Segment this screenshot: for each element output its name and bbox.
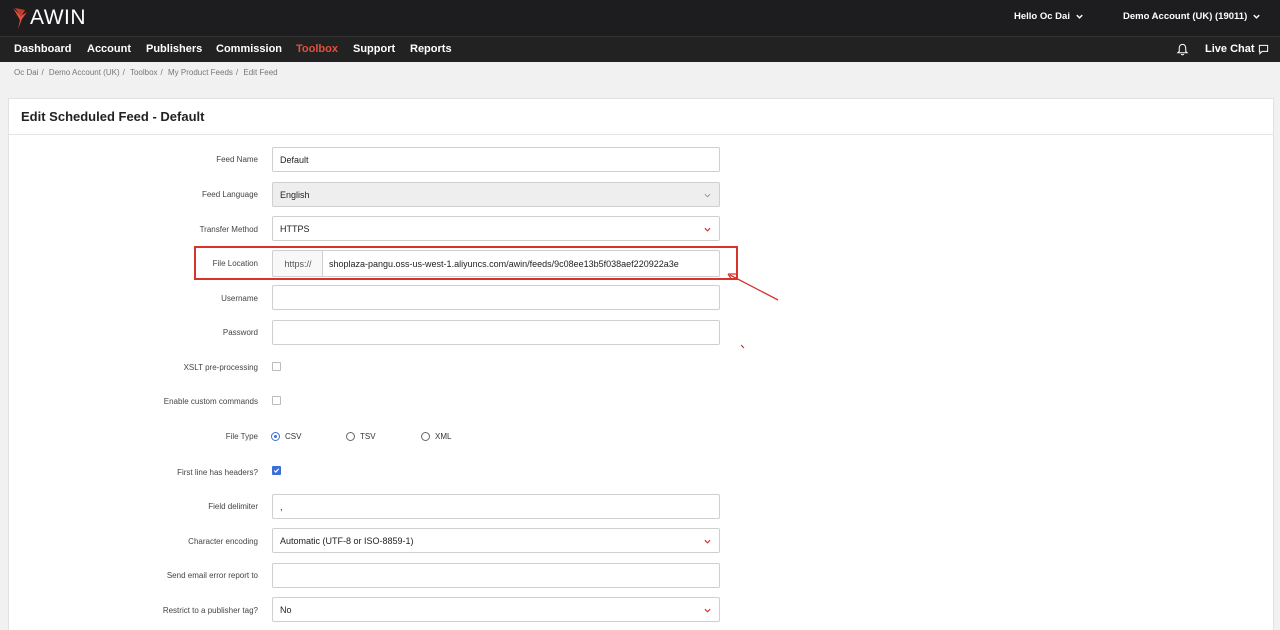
publisher-tag-select[interactable]: No — [272, 597, 720, 622]
nav-account[interactable]: Account — [87, 43, 131, 55]
field-delimiter-value: , — [280, 501, 283, 512]
breadcrumb: Oc Dai / Demo Account (UK) / Toolbox / My P… — [14, 68, 278, 77]
top-bar: AWIN Hello Oc Dai Demo Account (UK) (190… — [0, 0, 1280, 36]
chat-bubble-icon — [1258, 44, 1268, 55]
transfer-method-value: HTTPS — [280, 223, 310, 234]
character-encoding-label: Character encoding — [188, 537, 258, 546]
live-chat-label: Live Chat — [1205, 43, 1255, 55]
nav-commission[interactable]: Commission — [216, 43, 282, 55]
password-label: Password — [222, 328, 258, 337]
feed-name-value: Default — [280, 154, 309, 165]
breadcrumb-item[interactable]: Toolbox — [130, 68, 158, 77]
field-delimiter-label: Field delimiter — [208, 502, 258, 511]
transfer-method-select[interactable]: HTTPS — [272, 216, 720, 241]
nav-reports[interactable]: Reports — [410, 43, 452, 55]
field-delimiter-input[interactable]: , — [272, 494, 720, 519]
radio-csv[interactable] — [271, 432, 280, 441]
main-nav: Dashboard Account Publishers Commission … — [0, 36, 1280, 62]
chevron-down-icon — [704, 539, 711, 544]
user-menu[interactable]: Hello Oc Dai — [1014, 11, 1084, 22]
radio-tsv[interactable] — [346, 432, 355, 441]
transfer-method-label: Transfer Method — [199, 225, 258, 234]
feed-name-input[interactable]: Default — [272, 147, 720, 172]
chevron-down-icon — [704, 608, 711, 613]
file-type-tsv-radio[interactable]: TSV — [346, 432, 376, 441]
chevron-down-icon — [704, 227, 711, 232]
feed-language-value: English — [280, 189, 310, 200]
radio-xml[interactable] — [421, 432, 430, 441]
file-type-csv-radio[interactable]: CSV — [271, 432, 301, 441]
feed-name-label: Feed Name — [216, 155, 258, 164]
character-encoding-value: Automatic (UTF-8 or ISO-8859-1) — [280, 535, 414, 546]
file-type-label: File Type — [225, 432, 258, 441]
character-encoding-select[interactable]: Automatic (UTF-8 or ISO-8859-1) — [272, 528, 720, 553]
nav-toolbox[interactable]: Toolbox — [296, 43, 338, 55]
email-error-label: Send email error report to — [166, 571, 258, 580]
custom-commands-checkbox[interactable] — [272, 396, 281, 405]
email-error-input[interactable] — [272, 563, 720, 588]
annotation-arrow — [727, 273, 779, 349]
publisher-tag-value: No — [280, 604, 292, 615]
nav-dashboard[interactable]: Dashboard — [14, 43, 71, 55]
xslt-label: XSLT pre-processing — [183, 363, 258, 372]
file-type-xml-radio[interactable]: XML — [421, 432, 451, 441]
feed-language-label: Feed Language — [201, 190, 258, 199]
breadcrumb-current: Edit Feed — [243, 68, 278, 77]
awin-bird-icon — [13, 8, 27, 29]
bell-icon[interactable] — [1176, 43, 1189, 56]
first-line-headers-checkbox[interactable] — [272, 466, 281, 475]
breadcrumb-item[interactable]: My Product Feeds — [168, 68, 233, 77]
live-chat-button[interactable]: Live Chat — [1205, 43, 1269, 55]
breadcrumb-item[interactable]: Oc Dai — [14, 68, 38, 77]
logo-text: AWIN — [30, 6, 87, 29]
custom-commands-label: Enable custom commands — [163, 397, 258, 406]
radio-xml-label: XML — [435, 432, 452, 441]
chevron-down-icon — [1076, 14, 1083, 19]
xslt-checkbox[interactable] — [272, 362, 281, 371]
radio-csv-label: CSV — [285, 432, 302, 441]
breadcrumb-item[interactable]: Demo Account (UK) — [49, 68, 120, 77]
radio-tsv-label: TSV — [360, 432, 376, 441]
chevron-down-icon — [1253, 14, 1260, 19]
awin-logo[interactable]: AWIN — [12, 4, 86, 32]
chevron-down-icon — [704, 193, 711, 198]
user-greeting: Hello Oc Dai — [1014, 11, 1070, 22]
checkmark-icon — [273, 468, 280, 473]
nav-support[interactable]: Support — [353, 43, 395, 55]
username-input[interactable] — [272, 285, 720, 310]
account-name: Demo Account (UK) (19011) — [1123, 11, 1248, 22]
page-title: Edit Scheduled Feed - Default — [21, 109, 205, 124]
publisher-tag-label: Restrict to a publisher tag? — [162, 606, 258, 615]
username-label: Username — [221, 294, 258, 303]
annotation-highlight-box — [194, 246, 738, 280]
card-header: Edit Scheduled Feed - Default — [9, 99, 1273, 135]
password-input[interactable] — [272, 320, 720, 345]
account-menu[interactable]: Demo Account (UK) (19011) — [1123, 11, 1261, 22]
feed-language-select[interactable]: English — [272, 182, 720, 207]
nav-publishers[interactable]: Publishers — [146, 43, 202, 55]
first-line-headers-label: First line has headers? — [177, 468, 258, 477]
